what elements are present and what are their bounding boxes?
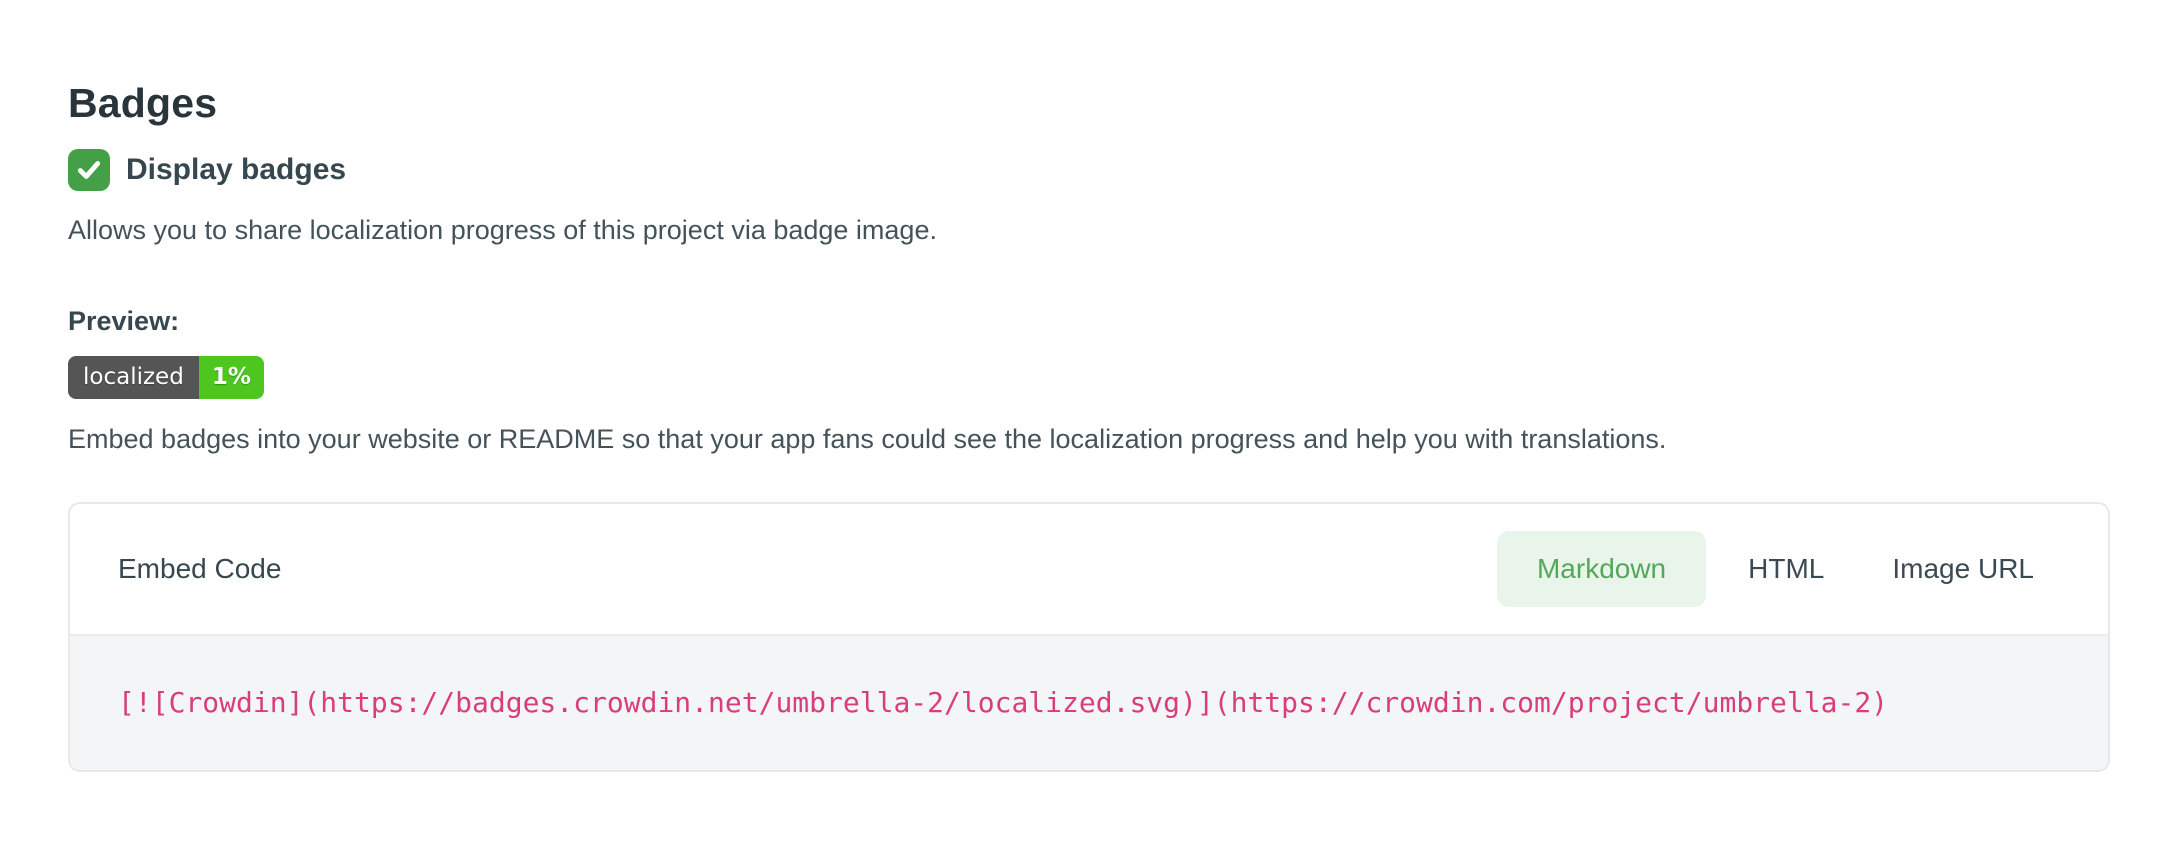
preview-label: Preview: (68, 306, 2184, 337)
display-badges-label[interactable]: Display badges (126, 153, 346, 187)
embed-code-title: Embed Code (118, 553, 281, 585)
embed-format-tabs: Markdown HTML Image URL (1497, 531, 2068, 607)
embed-code-panel: Embed Code Markdown HTML Image URL [![Cr… (68, 502, 2110, 772)
embed-code-area: [![Crowdin](https://badges.crowdin.net/u… (70, 634, 2108, 770)
tab-markdown[interactable]: Markdown (1497, 531, 1706, 607)
embed-code-text[interactable]: [![Crowdin](https://badges.crowdin.net/u… (118, 685, 2060, 721)
tab-html[interactable]: HTML (1714, 531, 1858, 607)
display-badges-description: Allows you to share localization progres… (68, 214, 2184, 246)
badge-value-segment: 1% (199, 356, 264, 399)
checkmark-icon (76, 157, 102, 183)
page-title: Badges (68, 80, 2184, 127)
display-badges-row: Display badges (68, 149, 2184, 191)
embed-hint-text: Embed badges into your website or README… (68, 423, 2184, 455)
badge-key-segment: localized (68, 356, 199, 399)
localization-progress-badge: localized 1% (68, 356, 264, 399)
tab-image-url[interactable]: Image URL (1858, 531, 2068, 607)
display-badges-checkbox[interactable] (68, 149, 110, 191)
embed-code-panel-header: Embed Code Markdown HTML Image URL (70, 504, 2108, 634)
badges-settings-section: Badges Display badges Allows you to shar… (0, 0, 2184, 772)
